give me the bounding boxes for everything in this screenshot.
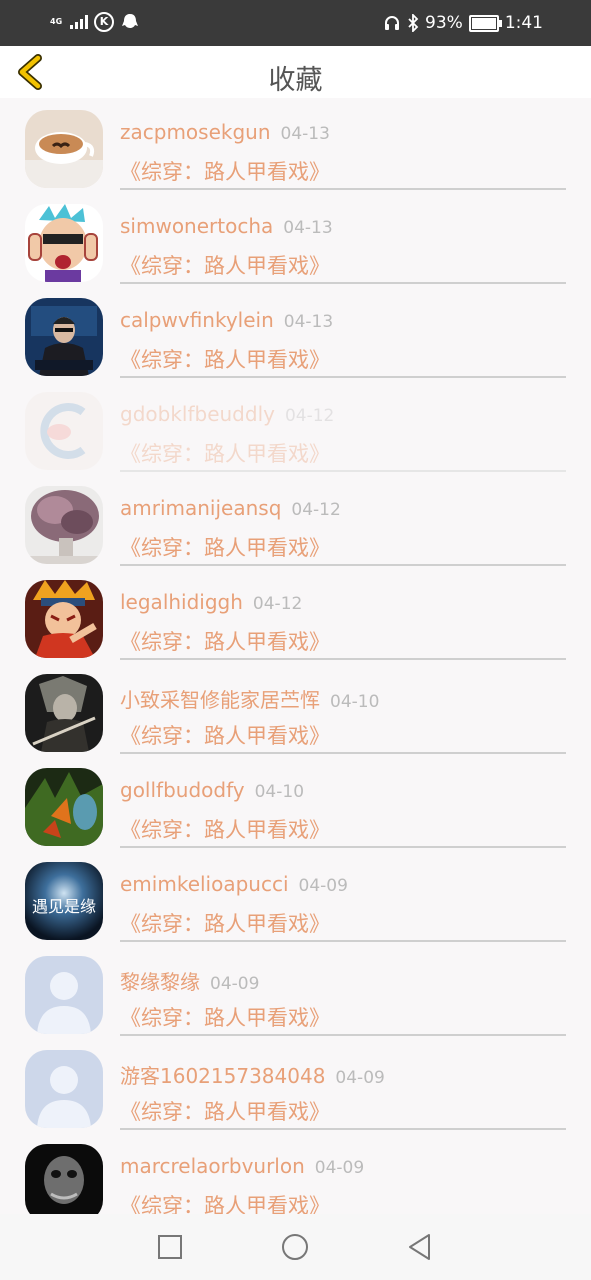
default-avatar-icon[interactable] <box>25 1050 103 1128</box>
user-avatar[interactable] <box>25 392 103 470</box>
divider <box>120 564 566 566</box>
status-right: 93% 1:41 <box>383 10 543 36</box>
username: calpwvfinkylein <box>120 308 274 332</box>
divider <box>120 940 566 942</box>
default-avatar-icon[interactable] <box>25 956 103 1034</box>
date: 04-10 <box>254 782 305 802</box>
divider <box>120 1034 566 1036</box>
clock: 1:41 <box>504 13 543 33</box>
list-item[interactable]: 游客1602157384048 04-09 《综穿：路人甲看戏》 <box>0 1038 591 1132</box>
list-item[interactable]: 黎缘黎缘 04-09 《综穿：路人甲看戏》 <box>0 944 591 1038</box>
book-title[interactable]: 《综穿：路人甲看戏》 <box>120 626 330 656</box>
user-avatar[interactable] <box>25 110 103 188</box>
date: 04-13 <box>283 218 333 238</box>
divider <box>120 1128 566 1130</box>
k-app-icon: K <box>94 12 114 32</box>
list-item[interactable]: gdobklfbeuddly 04-12 《综穿：路人甲看戏》 <box>0 380 591 474</box>
user-avatar[interactable] <box>25 298 103 376</box>
avatar-caption: 遇见是缘 <box>32 897 96 916</box>
date: 04-12 <box>252 594 303 614</box>
divider <box>120 658 566 660</box>
divider <box>120 846 566 848</box>
username: legalhidiggh <box>120 590 243 614</box>
username: 游客1602157384048 <box>120 1064 326 1088</box>
qq-icon <box>122 14 138 28</box>
user-avatar[interactable] <box>25 674 103 752</box>
book-title[interactable]: 《综穿：路人甲看戏》 <box>120 1190 330 1214</box>
date: 04-09 <box>335 1068 385 1088</box>
divider <box>120 752 566 754</box>
date: 04-09 <box>314 1158 365 1178</box>
date: 04-10 <box>330 692 380 712</box>
username: marcrelaorbvurlon <box>120 1154 305 1178</box>
circle-icon <box>282 1234 308 1260</box>
battery-percent: 93% <box>425 13 463 33</box>
username: gdobklfbeuddly <box>120 402 275 426</box>
divider <box>120 188 566 190</box>
book-title[interactable]: 《综穿：路人甲看戏》 <box>120 1002 330 1032</box>
list-item[interactable]: 小致采智修能家居苎恽 04-10 《综穿：路人甲看戏》 <box>0 662 591 756</box>
list-item[interactable]: calpwvfinkylein 04-13 《综穿：路人甲看戏》 <box>0 286 591 380</box>
favorites-list: zacpmosekgun 04-13 《综穿：路人甲看戏》 simwonertoc… <box>0 98 591 1214</box>
username: gollfbudodfy <box>120 778 245 802</box>
list-item[interactable]: amrimanijeansq 04-12 《综穿：路人甲看戏》 <box>0 474 591 568</box>
username: simwonertocha <box>120 214 274 238</box>
user-avatar[interactable] <box>25 1144 103 1214</box>
home-button[interactable] <box>280 1232 310 1262</box>
user-avatar[interactable] <box>25 486 103 564</box>
book-title[interactable]: 《综穿：路人甲看戏》 <box>120 438 330 468</box>
date: 04-12 <box>284 406 335 426</box>
user-avatar[interactable] <box>25 768 103 846</box>
system-nav-bar <box>0 1214 591 1280</box>
list-item[interactable]: 遇见是缘 emimkelioapucci 04-09 《综穿：路人甲看戏》 <box>0 850 591 944</box>
username: emimkelioapucci <box>120 872 289 896</box>
book-title[interactable]: 《综穿：路人甲看戏》 <box>120 1096 330 1126</box>
list-item[interactable]: marcrelaorbvurlon 04-09 《综穿：路人甲看戏》 <box>0 1132 591 1214</box>
book-title[interactable]: 《综穿：路人甲看戏》 <box>120 532 330 562</box>
username: amrimanijeansq <box>120 496 282 520</box>
divider <box>120 376 566 378</box>
network-type: 4G <box>50 17 63 26</box>
date: 04-13 <box>280 124 330 144</box>
book-title[interactable]: 《综穿：路人甲看戏》 <box>120 908 330 938</box>
square-icon <box>158 1235 182 1259</box>
book-title[interactable]: 《综穿：路人甲看戏》 <box>120 720 330 750</box>
book-title[interactable]: 《综穿：路人甲看戏》 <box>120 250 330 280</box>
list-item[interactable]: legalhidiggh 04-12 《综穿：路人甲看戏》 <box>0 568 591 662</box>
username: zacpmosekgun <box>120 120 271 144</box>
username: 黎缘黎缘 <box>120 970 200 994</box>
divider <box>120 470 566 472</box>
book-title[interactable]: 《综穿：路人甲看戏》 <box>120 344 330 374</box>
book-title[interactable]: 《综穿：路人甲看戏》 <box>120 156 330 186</box>
date: 04-13 <box>283 312 334 332</box>
divider <box>120 282 566 284</box>
username: 小致采智修能家居苎恽 <box>120 688 320 712</box>
status-left: 4G K <box>50 10 140 34</box>
list-item[interactable]: zacpmosekgun 04-13 《综穿：路人甲看戏》 <box>0 98 591 192</box>
list-item[interactable]: gollfbudodfy 04-10 《综穿：路人甲看戏》 <box>0 756 591 850</box>
back-nav-button[interactable] <box>405 1232 435 1262</box>
user-avatar[interactable] <box>25 204 103 282</box>
list-item[interactable]: simwonertocha 04-13 《综穿：路人甲看戏》 <box>0 192 591 286</box>
triangle-back-icon <box>409 1234 430 1260</box>
user-avatar[interactable] <box>25 580 103 658</box>
status-bar: 4G K 93% 1:41 <box>0 0 591 46</box>
date: 04-12 <box>291 500 341 520</box>
page-title: 收藏 <box>268 65 323 96</box>
date: 04-09 <box>210 974 260 994</box>
recents-button[interactable] <box>155 1232 185 1262</box>
battery-icon <box>468 14 502 32</box>
bluetooth-icon <box>408 14 419 32</box>
header: 收藏 <box>0 46 591 98</box>
user-avatar[interactable]: 遇见是缘 <box>25 862 103 940</box>
signal-icon <box>70 15 88 29</box>
headphones-icon <box>385 16 400 30</box>
book-title[interactable]: 《综穿：路人甲看戏》 <box>120 814 330 844</box>
date: 04-09 <box>298 876 348 896</box>
